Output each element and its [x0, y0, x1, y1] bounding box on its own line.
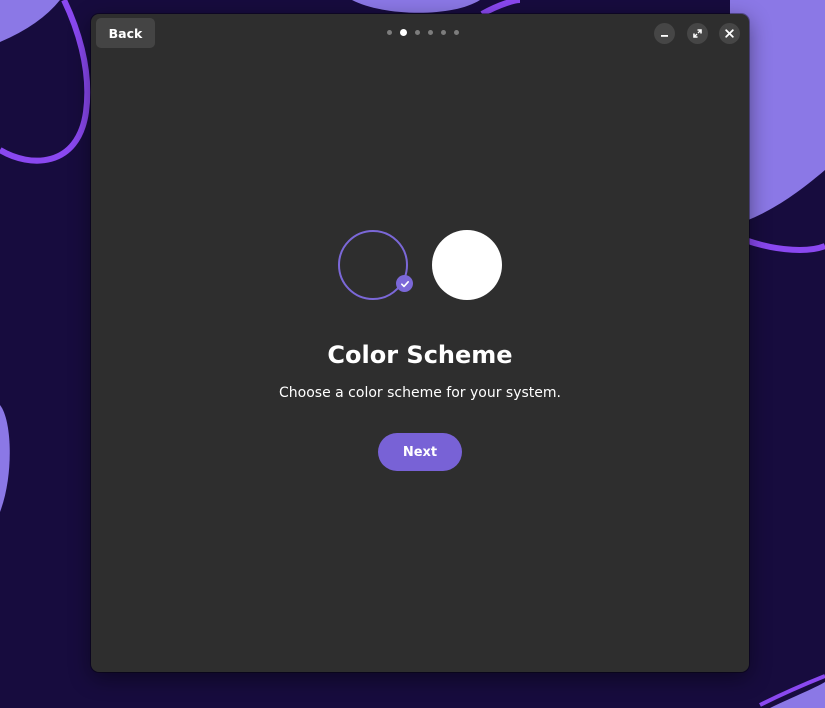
minimize-button[interactable]	[654, 23, 675, 44]
setup-window: Back Color Scheme Choose a color scheme …	[91, 14, 749, 672]
progress-dot-5	[441, 30, 446, 35]
light-scheme-option[interactable]	[432, 230, 502, 300]
back-button[interactable]: Back	[96, 18, 155, 48]
progress-dot-1	[387, 30, 392, 35]
checkmark-icon	[396, 275, 413, 292]
progress-dot-4	[428, 30, 433, 35]
next-button[interactable]: Next	[378, 433, 462, 471]
progress-dot-2-current	[400, 29, 407, 36]
progress-dots	[387, 29, 459, 36]
maximize-button[interactable]	[687, 23, 708, 44]
progress-dot-6	[454, 30, 459, 35]
minimize-icon	[661, 35, 668, 37]
progress-dot-3	[415, 30, 420, 35]
page-title: Color Scheme	[327, 341, 513, 369]
close-button[interactable]	[719, 23, 740, 44]
page-subtitle: Choose a color scheme for your system.	[279, 385, 561, 401]
maximize-icon	[693, 29, 702, 38]
dark-scheme-option[interactable]	[338, 230, 413, 300]
close-icon	[725, 29, 734, 38]
